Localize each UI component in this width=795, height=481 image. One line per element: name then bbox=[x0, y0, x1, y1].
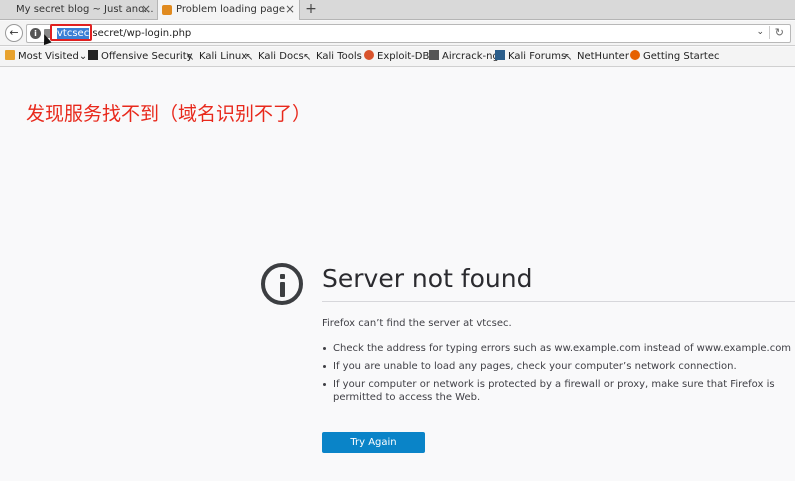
tab-problem-loading[interactable]: Problem loading page × bbox=[157, 0, 300, 20]
back-button[interactable]: ← bbox=[5, 24, 23, 42]
firefox-icon bbox=[630, 50, 640, 60]
list-item: If your computer or network is protected… bbox=[322, 378, 795, 404]
bookmark-kali-tools[interactable]: ↖ Kali Tools bbox=[303, 50, 362, 64]
kali-icon: ↖ bbox=[564, 52, 573, 63]
warning-favicon-icon bbox=[162, 5, 172, 15]
info-icon[interactable]: i bbox=[30, 28, 41, 39]
kali-icon: ↖ bbox=[303, 52, 312, 63]
aircrack-icon bbox=[429, 50, 439, 60]
url-rest-text: .secret/wp-login.php bbox=[89, 28, 192, 39]
close-tab-icon[interactable]: × bbox=[285, 0, 295, 19]
bookmark-getting-started[interactable]: Getting Startec bbox=[630, 50, 719, 64]
page-title: Server not found bbox=[322, 264, 533, 293]
bookmark-label: Kali Forums bbox=[508, 51, 567, 62]
divider bbox=[322, 301, 795, 302]
bookmark-aircrack-ng[interactable]: Aircrack-ng bbox=[429, 50, 499, 64]
bookmark-most-visited[interactable]: Most Visited⌄ bbox=[5, 50, 87, 64]
tab-strip: My secret blog ~ Just ano... × Problem l… bbox=[0, 0, 795, 20]
list-item: Check the address for typing errors such… bbox=[322, 342, 795, 355]
bookmark-label: Kali Tools bbox=[316, 51, 362, 62]
bookmark-label: Kali Linux bbox=[199, 51, 248, 62]
bookmarks-toolbar: Most Visited⌄ Offensive Security ↖ Kali L… bbox=[0, 47, 795, 67]
try-again-button[interactable]: Try Again bbox=[322, 432, 425, 453]
chevron-down-icon[interactable]: ⌄ bbox=[756, 27, 764, 37]
kali-icon: ↖ bbox=[186, 52, 195, 63]
bookmark-label: Getting Startec bbox=[643, 51, 720, 62]
close-tab-icon[interactable]: × bbox=[141, 0, 151, 19]
bookmark-label: Aircrack-ng bbox=[442, 51, 499, 62]
navigation-bar: ← i vtcsec.secret/wp-login.php ⌄ ↻ bbox=[0, 21, 795, 46]
bookmark-offensive-security[interactable]: Offensive Security bbox=[88, 50, 193, 64]
annotation-text: 发现服务找不到（域名识别不了） bbox=[26, 103, 312, 125]
bookmark-kali-forums[interactable]: Kali Forums bbox=[495, 50, 566, 64]
exploitdb-icon bbox=[364, 50, 374, 60]
tab-label: Problem loading page bbox=[176, 4, 286, 15]
forum-icon bbox=[495, 50, 505, 60]
info-circle-icon bbox=[261, 263, 303, 305]
bookmark-kali-docs[interactable]: ↖ Kali Docs bbox=[245, 50, 304, 64]
bookmark-label: Offensive Security bbox=[101, 51, 193, 62]
bookmark-nethunter[interactable]: ↖ NetHunter bbox=[564, 50, 629, 64]
new-tab-button[interactable]: + bbox=[303, 0, 319, 20]
bookmark-label: Most Visited bbox=[18, 51, 79, 62]
suggestion-list: Check the address for typing errors such… bbox=[322, 342, 795, 409]
reload-icon[interactable]: ↻ bbox=[768, 26, 784, 39]
folder-icon bbox=[5, 50, 15, 60]
list-item: If you are unable to load any pages, che… bbox=[322, 360, 795, 373]
offsec-icon bbox=[88, 50, 98, 60]
bookmark-label: NetHunter bbox=[577, 51, 629, 62]
bookmark-kali-linux[interactable]: ↖ Kali Linux bbox=[186, 50, 247, 64]
chevron-down-icon: ⌄ bbox=[78, 51, 88, 62]
bookmark-label: Exploit-DB bbox=[377, 51, 430, 62]
tab-secret-blog[interactable]: My secret blog ~ Just ano... × bbox=[0, 0, 155, 20]
url-bar[interactable]: i vtcsec.secret/wp-login.php ⌄ ↻ bbox=[26, 24, 791, 43]
highlight-box bbox=[50, 24, 92, 41]
kali-icon: ↖ bbox=[245, 52, 254, 63]
bookmark-label: Kali Docs bbox=[258, 51, 304, 62]
tab-label: My secret blog ~ Just ano... bbox=[16, 4, 154, 15]
error-message: Firefox can’t find the server at vtcsec. bbox=[322, 318, 512, 329]
bookmark-exploit-db[interactable]: Exploit-DB bbox=[364, 50, 429, 64]
